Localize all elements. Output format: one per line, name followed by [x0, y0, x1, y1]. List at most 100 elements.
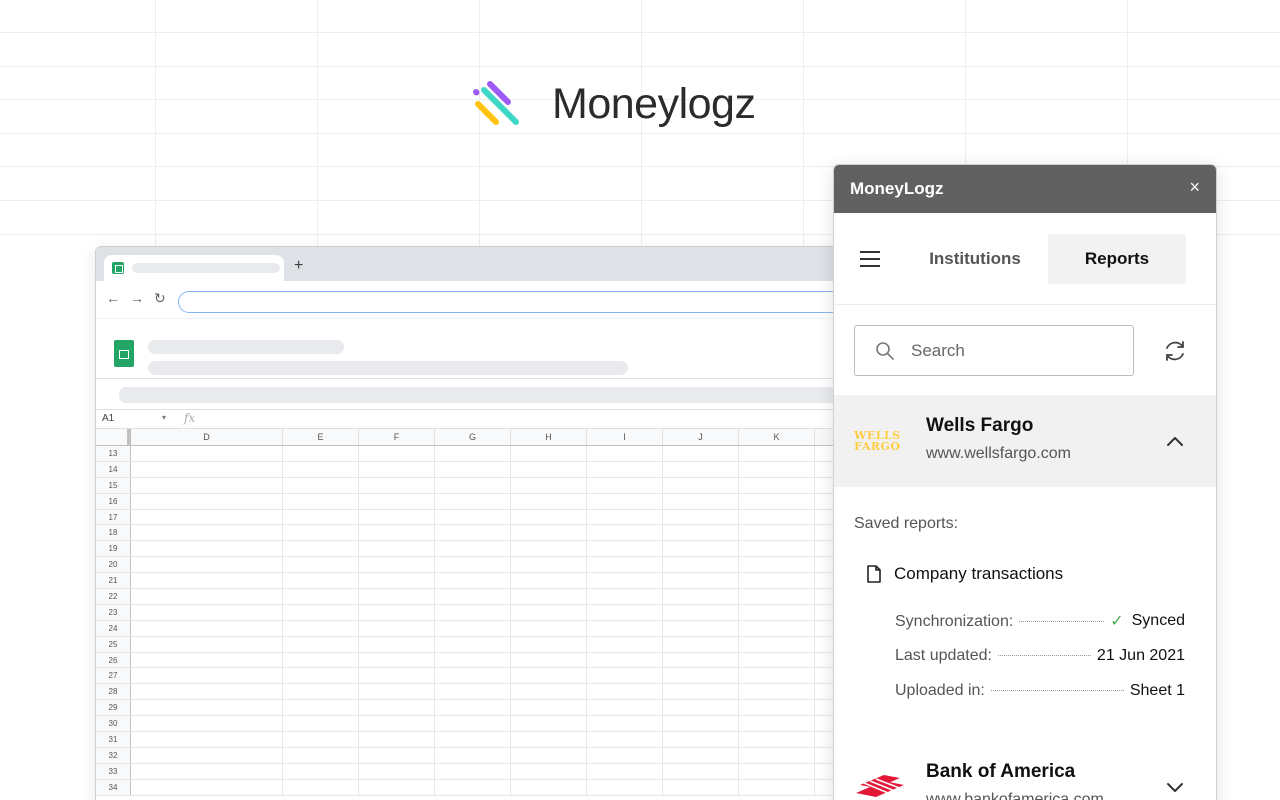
sheet-cell[interactable]: [435, 525, 511, 541]
sheet-cell[interactable]: [359, 604, 435, 620]
sheet-cell[interactable]: [511, 779, 587, 795]
sheet-cell[interactable]: [587, 509, 663, 525]
sheet-cell[interactable]: [435, 652, 511, 668]
sheet-cell[interactable]: [131, 652, 283, 668]
sheet-cell[interactable]: [359, 589, 435, 604]
sheet-cell[interactable]: [283, 620, 359, 636]
sheet-cell[interactable]: [511, 493, 587, 509]
sheet-cell[interactable]: [739, 716, 815, 732]
column-header[interactable]: D: [131, 429, 283, 445]
sheet-cell[interactable]: [511, 747, 587, 763]
row-header[interactable]: 22: [96, 589, 131, 604]
sheet-cell[interactable]: [131, 700, 283, 716]
sheet-cell[interactable]: [739, 589, 815, 604]
sheet-cell[interactable]: [435, 589, 511, 604]
sheet-cell[interactable]: [511, 509, 587, 525]
sheet-cell[interactable]: [663, 668, 739, 684]
sheet-cell[interactable]: [359, 557, 435, 573]
report-item[interactable]: Company transactions: [866, 564, 1063, 584]
sheet-cell[interactable]: [131, 509, 283, 525]
sheet-cell[interactable]: [359, 477, 435, 493]
sheet-cell[interactable]: [587, 557, 663, 573]
sheet-cell[interactable]: [587, 747, 663, 763]
sheet-cell[interactable]: [663, 477, 739, 493]
sheet-cell[interactable]: [511, 477, 587, 493]
row-header[interactable]: 19: [96, 541, 131, 557]
row-header[interactable]: 26: [96, 652, 131, 668]
sheet-cell[interactable]: [587, 525, 663, 541]
sheet-cell[interactable]: [131, 763, 283, 779]
sheet-cell[interactable]: [283, 732, 359, 747]
sheet-cell[interactable]: [283, 636, 359, 652]
sheet-cell[interactable]: [283, 747, 359, 763]
sheet-cell[interactable]: [587, 620, 663, 636]
sheet-cell[interactable]: [435, 573, 511, 589]
sheet-cell[interactable]: [131, 620, 283, 636]
sheet-cell[interactable]: [131, 747, 283, 763]
row-header[interactable]: 25: [96, 636, 131, 652]
sheet-cell[interactable]: [283, 589, 359, 604]
row-header[interactable]: 23: [96, 604, 131, 620]
menu-icon[interactable]: [860, 251, 880, 272]
sheet-cell[interactable]: [511, 636, 587, 652]
close-icon[interactable]: ×: [1189, 177, 1200, 198]
sheet-cell[interactable]: [435, 509, 511, 525]
sheet-cell[interactable]: [587, 477, 663, 493]
row-header[interactable]: 20: [96, 557, 131, 573]
sheet-cell[interactable]: [739, 732, 815, 747]
column-header[interactable]: F: [359, 429, 435, 445]
sheet-cell[interactable]: [359, 461, 435, 477]
sheet-cell[interactable]: [359, 573, 435, 589]
row-header[interactable]: 24: [96, 620, 131, 636]
sheet-cell[interactable]: [663, 636, 739, 652]
sheet-cell[interactable]: [131, 477, 283, 493]
sheet-cell[interactable]: [283, 652, 359, 668]
sheet-cell[interactable]: [359, 684, 435, 700]
sheet-cell[interactable]: [739, 700, 815, 716]
sheet-cell[interactable]: [283, 493, 359, 509]
sheet-cell[interactable]: [131, 461, 283, 477]
row-header[interactable]: 17: [96, 509, 131, 525]
sheet-cell[interactable]: [283, 525, 359, 541]
sheet-cell[interactable]: [587, 668, 663, 684]
row-header[interactable]: 15: [96, 477, 131, 493]
sheet-cell[interactable]: [739, 477, 815, 493]
sheet-cell[interactable]: [587, 779, 663, 795]
sheet-cell[interactable]: [739, 461, 815, 477]
sheet-cell[interactable]: [663, 763, 739, 779]
sheet-cell[interactable]: [587, 716, 663, 732]
sheet-cell[interactable]: [283, 700, 359, 716]
sheet-cell[interactable]: [131, 493, 283, 509]
sheet-cell[interactable]: [663, 732, 739, 747]
tab-institutions[interactable]: Institutions: [920, 234, 1030, 284]
sheet-cell[interactable]: [435, 684, 511, 700]
sheet-cell[interactable]: [283, 461, 359, 477]
column-header[interactable]: E: [283, 429, 359, 445]
row-header[interactable]: 33: [96, 763, 131, 779]
sheet-cell[interactable]: [359, 732, 435, 747]
sheet-cell[interactable]: [283, 668, 359, 684]
row-header[interactable]: 32: [96, 747, 131, 763]
sheet-cell[interactable]: [663, 620, 739, 636]
column-header[interactable]: J: [663, 429, 739, 445]
sheet-cell[interactable]: [587, 636, 663, 652]
sheet-cell[interactable]: [739, 779, 815, 795]
row-header[interactable]: 28: [96, 684, 131, 700]
sheet-cell[interactable]: [663, 716, 739, 732]
chevron-up-icon[interactable]: [1164, 430, 1186, 452]
sheet-cell[interactable]: [435, 732, 511, 747]
sheet-cell[interactable]: [587, 700, 663, 716]
sheet-cell[interactable]: [435, 747, 511, 763]
sheet-cell[interactable]: [511, 589, 587, 604]
sheet-cell[interactable]: [283, 573, 359, 589]
institution-row-bank-of-america[interactable]: Bank of America www.bankofamerica.com: [834, 743, 1216, 800]
cell-reference-box[interactable]: A1: [102, 413, 114, 424]
sheet-cell[interactable]: [739, 446, 815, 461]
sheet-cell[interactable]: [587, 684, 663, 700]
sheet-cell[interactable]: [359, 636, 435, 652]
sheet-cell[interactable]: [587, 732, 663, 747]
row-header[interactable]: 21: [96, 573, 131, 589]
chevron-down-icon[interactable]: [1164, 776, 1186, 798]
sheet-cell[interactable]: [359, 716, 435, 732]
sheet-cell[interactable]: [359, 493, 435, 509]
